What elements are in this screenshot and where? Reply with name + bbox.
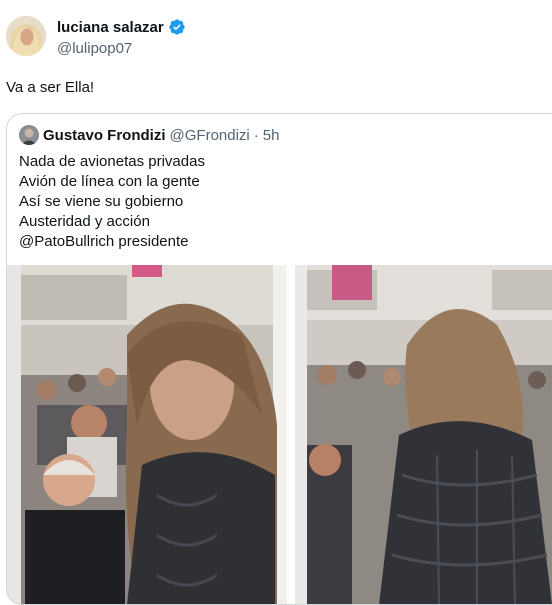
tweet-text: Va a ser Ella! — [6, 79, 95, 96]
quoted-tweet-line: Así se viene su gobierno — [19, 193, 184, 210]
quoted-tweet-card[interactable]: Gustavo Frondizi @GFrondizi · 5h Nada de… — [6, 113, 552, 605]
author-display-name[interactable]: luciana salazar — [57, 19, 164, 36]
separator-dot: · — [253, 126, 259, 144]
quoted-author-handle: @GFrondizi — [169, 126, 250, 144]
airplane-cabin-photo-right[interactable] — [295, 265, 552, 605]
quoted-tweet-media — [7, 265, 552, 605]
quoted-tweet-line: Austeridad y acción — [19, 213, 150, 230]
quoted-tweet-line: @PatoBullrich presidente — [19, 233, 189, 250]
author-handle[interactable]: @lulipop07 — [57, 40, 186, 60]
quoted-author-avatar — [19, 125, 39, 145]
quoted-tweet-line: Nada de avionetas privadas — [19, 153, 205, 170]
verified-badge-icon — [169, 19, 185, 35]
airplane-cabin-photo-left[interactable] — [7, 265, 287, 605]
quoted-tweet-text: Nada de avionetas privadas Avión de líne… — [19, 152, 419, 252]
quoted-tweet-line: Avión de línea con la gente — [19, 173, 200, 190]
quoted-author-display-name: Gustavo Frondizi — [43, 126, 166, 144]
quoted-tweet-time: 5h — [262, 126, 280, 144]
quoted-tweet-header: Gustavo Frondizi @GFrondizi · 5h — [19, 125, 279, 145]
author-avatar[interactable] — [6, 16, 46, 56]
tweet-header: luciana salazar @lulipop07 — [6, 16, 546, 60]
